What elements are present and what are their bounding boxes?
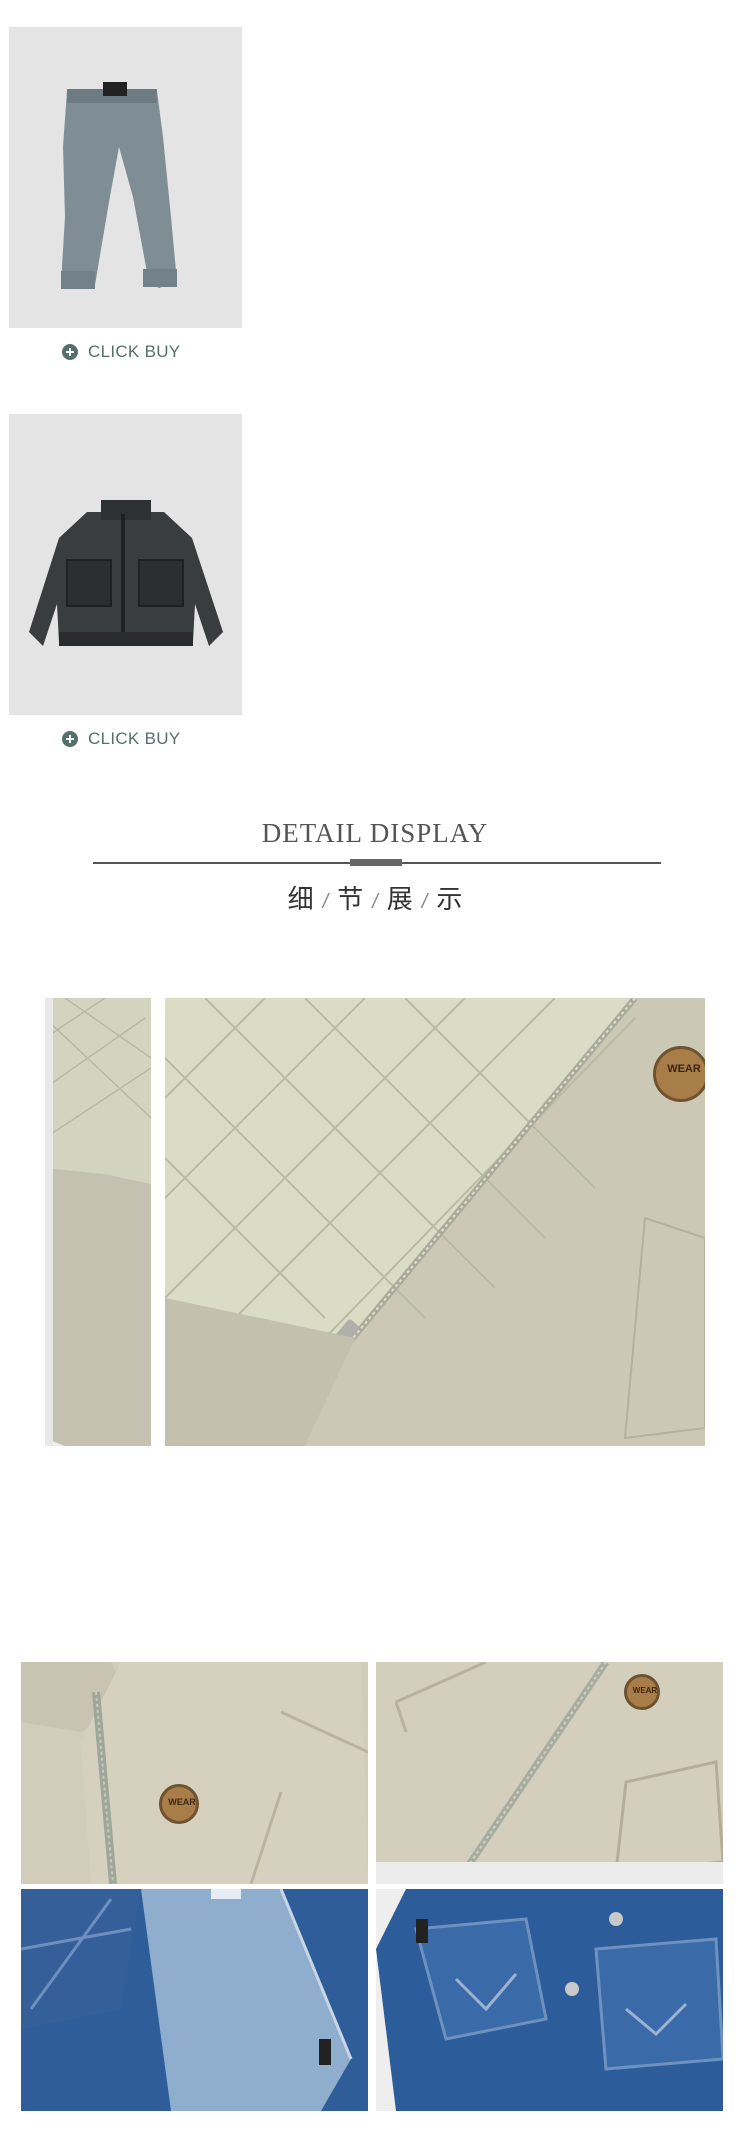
click-buy-label: CLICK BUY [88, 729, 181, 748]
click-buy-button-jacket[interactable]: CLICK BUY [62, 729, 180, 749]
detail-photo-denim-lining [21, 1889, 368, 2111]
wear-badge: WEAR [653, 1046, 705, 1102]
detail-photo-sleeve [45, 998, 151, 1446]
detail-photo-lining-zipper: WEAR [165, 998, 705, 1446]
detail-photo-hood-front: WEAR [21, 1662, 368, 1884]
detail-display-title-cn: 细 / 节 / 展 / 示 [287, 884, 463, 914]
jacket-illustration [29, 500, 223, 646]
click-buy-label: CLICK BUY [88, 342, 181, 361]
title-divider-accent [350, 859, 402, 866]
detail-photo-pocket-zipper: WEAR [376, 1662, 723, 1884]
wear-badge: WEAR [624, 1674, 660, 1710]
wear-badge: WEAR [159, 1784, 199, 1824]
plus-circle-icon [62, 731, 78, 747]
product-image-jacket[interactable] [9, 414, 242, 715]
detail-display-title: DETAIL DISPLAY [261, 818, 489, 848]
detail-photo-denim-pockets [376, 1889, 723, 2111]
pants-illustration [61, 82, 177, 289]
click-buy-button-pants[interactable]: CLICK BUY [62, 342, 180, 362]
product-image-pants[interactable] [9, 27, 242, 328]
plus-circle-icon [62, 344, 78, 360]
